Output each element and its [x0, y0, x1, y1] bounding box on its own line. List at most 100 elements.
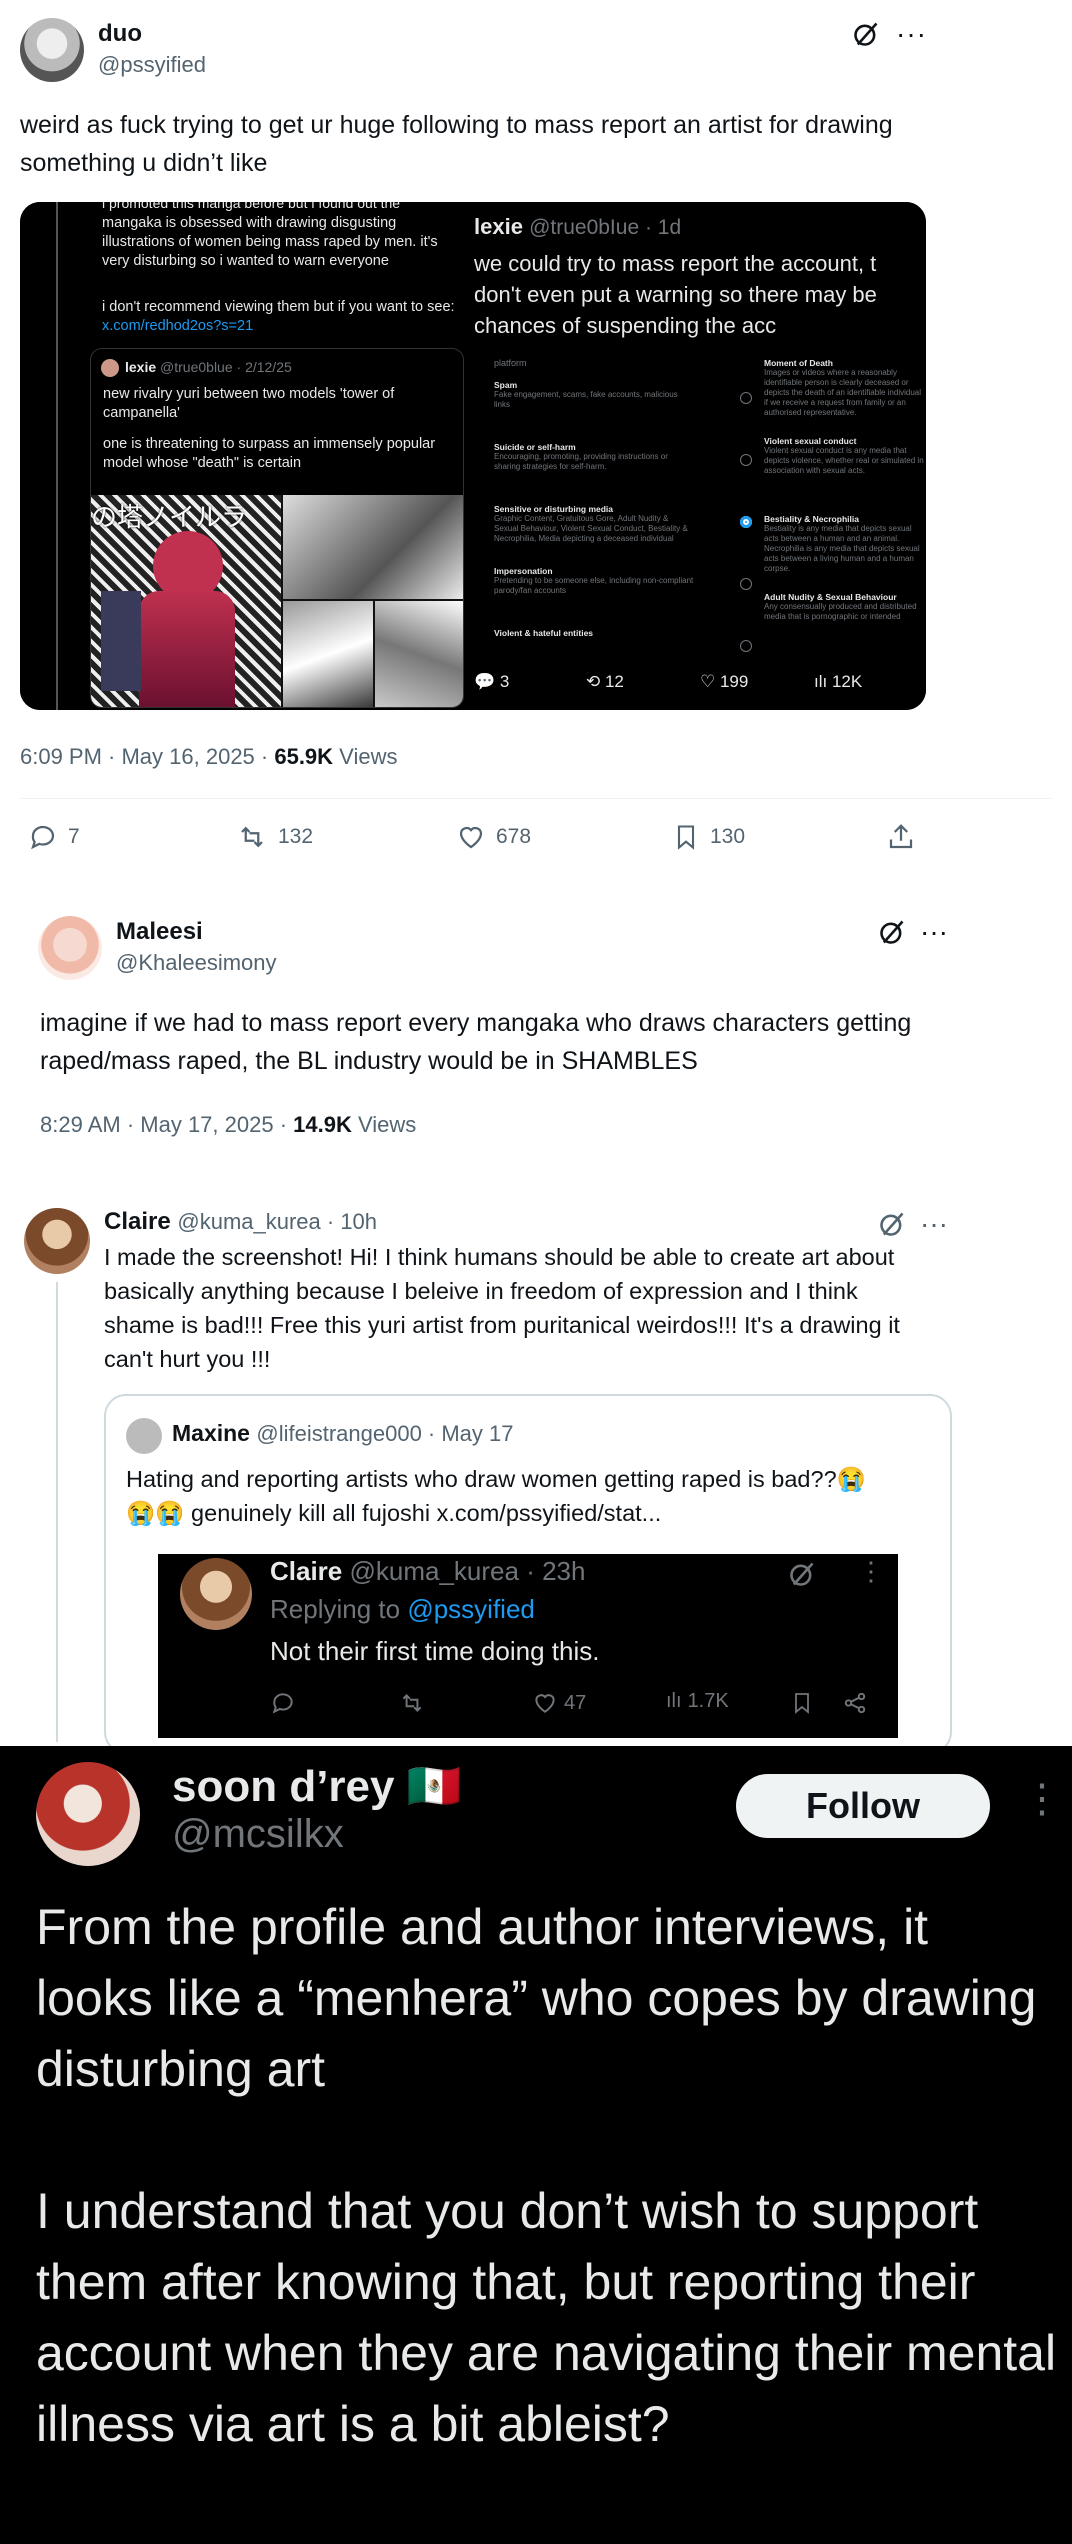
media-grid[interactable]: i promoted this manga before but i found…	[20, 202, 926, 710]
quoted-tweet[interactable]: Maxine @lifeistrange000 · May 17 Hating …	[104, 1394, 952, 1754]
manga-panel-1	[283, 495, 463, 599]
more-icon[interactable]: ⋮	[1022, 1776, 1062, 1822]
rs-repost-count: 12	[604, 672, 624, 691]
rs-repost[interactable]: ⟲ 12	[586, 672, 624, 692]
avatar[interactable]	[38, 916, 102, 980]
quote-name: Maxine	[172, 1420, 250, 1446]
author-handle[interactable]: @mcsilkx	[172, 1812, 344, 1857]
quote-handle: @lifeistrange000 · May 17	[256, 1421, 514, 1446]
tweet-text-1: From the profile and author interviews, …	[36, 1899, 1037, 2097]
radio-icon[interactable]	[740, 578, 752, 590]
author-name[interactable]: Maleesi	[116, 918, 203, 946]
share-icon	[889, 824, 913, 849]
quote-text-2: 😭😭 genuinely kill all fujoshi x.com/pssy…	[126, 1500, 662, 1526]
report-option[interactable]: Spam Fake engagement, scams, fake account…	[494, 380, 754, 442]
views-count: 14.9K	[293, 1112, 352, 1137]
quote-name: lexie	[125, 359, 157, 375]
rs-section: platform	[494, 358, 527, 368]
report-option-title: Impersonation	[494, 566, 553, 576]
like-count: 678	[496, 825, 532, 848]
views-icon: ılı	[666, 1690, 682, 1712]
report-detail-title: Bestiality & Necrophilia	[764, 514, 859, 524]
repost-count: 132	[278, 825, 314, 848]
manga-title: の塔ノイルラ	[91, 502, 248, 532]
author-name[interactable]: duo	[98, 20, 142, 48]
grok-icon[interactable]	[878, 1210, 906, 1238]
inner-more-icon: ⋮	[858, 1556, 884, 1586]
quoted-card[interactable]: lexie @true0blue · 2/12/25 new rivalry y…	[90, 348, 464, 708]
report-options: Spam Fake engagement, scams, fake account…	[494, 380, 754, 690]
avatar[interactable]	[20, 18, 84, 82]
radio-icon[interactable]	[740, 392, 752, 404]
bookmark-button[interactable]: 130	[672, 822, 745, 852]
reply-count: 7	[68, 825, 80, 848]
timestamp[interactable]: 8:29 AM · May 17, 2025 · 14.9K Views	[40, 1112, 416, 1138]
quote-text-1: Hating and reporting artists who draw wo…	[126, 1466, 866, 1492]
inner-like-count: 47	[564, 1691, 587, 1714]
inner-handle: @kuma_kurea · 23h	[349, 1556, 586, 1586]
views-count: 65.9K	[274, 744, 334, 769]
bookmark-icon	[677, 825, 695, 850]
quote-avatar	[126, 1418, 162, 1454]
timestamp[interactable]: 6:09 PM · May 16, 2025 · 65.9K Views	[20, 744, 397, 770]
report-option[interactable]: Impersonation Pretending to be someone el…	[494, 566, 754, 628]
author-name[interactable]: soon d’rey 🇲🇽	[172, 1760, 462, 1812]
avatar[interactable]	[36, 1762, 140, 1866]
more-icon[interactable]: ···	[920, 916, 948, 948]
screenshot-text: mangaka is obsessed with drawing disgust…	[102, 215, 438, 269]
reply-button[interactable]: 7	[28, 822, 80, 852]
author-handle[interactable]: @pssyified	[98, 52, 206, 78]
more-icon[interactable]: ···	[896, 18, 927, 50]
inner-avatar	[180, 1558, 252, 1630]
inner-screenshot[interactable]: Claire @kuma_kurea · 23h ⋮ Replying to @…	[158, 1554, 898, 1738]
radio-selected-icon[interactable]	[740, 516, 752, 528]
left-screenshot[interactable]: i promoted this manga before but i found…	[20, 202, 472, 710]
report-option[interactable]: Suicide or self-harm Encouraging, promoti…	[494, 442, 754, 504]
author-name[interactable]: Claire	[104, 1208, 171, 1235]
rs-views[interactable]: ılı 12K	[814, 672, 862, 692]
bookmark-count: 130	[710, 825, 746, 848]
tweet-text: imagine if we had to mass report every m…	[40, 1009, 912, 1075]
report-option-title: Violent & hateful entities	[494, 628, 594, 638]
grok-icon[interactable]	[852, 20, 880, 48]
tweet-text: weird as fuck trying to get ur huge foll…	[20, 111, 893, 177]
thread-line	[56, 1282, 58, 1742]
share-button[interactable]	[886, 822, 916, 857]
reply-handle: @pssyified	[407, 1594, 535, 1624]
radio-icon[interactable]	[740, 640, 752, 652]
rs-reply[interactable]: 💬 3	[474, 672, 509, 692]
rs-handle: @true0bIue · 1d	[529, 216, 682, 239]
follow-button[interactable]: Follow	[736, 1774, 990, 1838]
right-screenshot[interactable]: lexie @true0bIue · 1d we could try to ma…	[474, 202, 926, 710]
author-handle[interactable]: @kuma_kurea · 10h	[177, 1209, 377, 1234]
like-button[interactable]: 678	[456, 822, 531, 852]
avatar[interactable]	[24, 1208, 90, 1274]
inner-views: ılı 1.7K	[666, 1690, 729, 1713]
inner-name: Claire	[270, 1556, 343, 1586]
report-option-title: Suicide or self-harm	[494, 442, 576, 452]
time-text: 6:09 PM · May 16, 2025 ·	[20, 744, 275, 769]
report-detail-desc: Images or videos where a reasonably iden…	[764, 368, 921, 417]
report-option[interactable]: Sensitive or disturbing media Graphic Con…	[494, 504, 754, 566]
report-detail: Adult Nudity & Sexual Behaviour Any conse…	[764, 592, 926, 670]
radio-icon[interactable]	[740, 454, 752, 466]
rs-like[interactable]: ♡ 199	[700, 672, 748, 692]
more-icon[interactable]: ···	[920, 1208, 948, 1240]
author-handle[interactable]: @Khaleesimony	[116, 950, 277, 976]
screenshot-text-top: i promoted this manga before but i found…	[102, 202, 401, 211]
manga-collage[interactable]: の塔ノイルラ	[91, 495, 463, 707]
report-detail: Moment of Death Images or videos where a …	[764, 358, 926, 436]
heart-icon	[459, 826, 483, 849]
report-option-desc: Graphic Content, Gratuitous Gore, Adult …	[494, 514, 688, 543]
screenshot-link[interactable]: x.com/redhod2os?s=21	[102, 318, 253, 334]
views-label: Views	[351, 1112, 417, 1137]
grok-icon[interactable]	[878, 918, 906, 946]
inner-grok-icon	[788, 1560, 816, 1593]
tweet-4: soon d’rey 🇲🇽 @mcsilkx Follow ⋮ From the…	[0, 1746, 1072, 2544]
quote-handle: @true0blue · 2/12/25	[160, 359, 292, 375]
rs-name: lexie	[474, 214, 523, 239]
reply-icon	[31, 825, 55, 850]
repost-button[interactable]: 132	[236, 822, 313, 852]
report-detail-title: Moment of Death	[764, 358, 833, 368]
report-option-title: Spam	[494, 380, 518, 390]
